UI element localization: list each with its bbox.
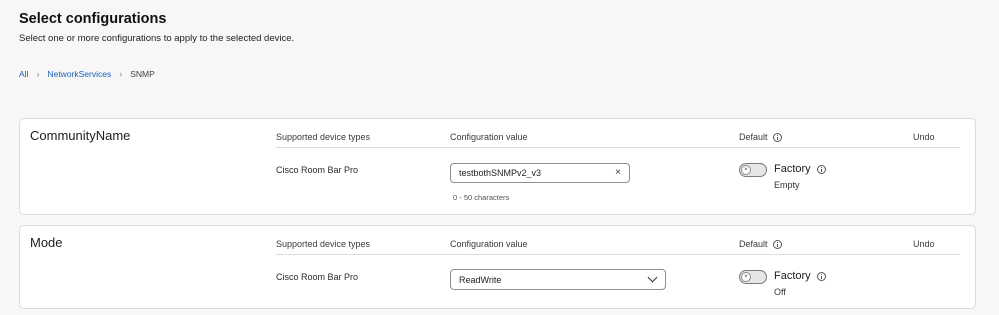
close-icon[interactable]: × xyxy=(615,168,621,178)
breadcrumb-separator: › xyxy=(119,69,123,79)
info-icon[interactable] xyxy=(816,164,826,174)
info-icon[interactable] xyxy=(772,132,782,142)
page-subtitle: Select one or more configurations to app… xyxy=(19,33,295,44)
chevron-down-icon xyxy=(647,272,658,283)
page-title: Select configurations xyxy=(19,11,167,27)
config-card-mode: Mode Supported device types Configuratio… xyxy=(19,225,976,309)
config-title: Mode xyxy=(30,235,63,250)
default-value: Off xyxy=(774,287,786,297)
breadcrumb-all-link[interactable]: All xyxy=(19,69,28,79)
community-name-input[interactable] xyxy=(459,168,599,178)
factory-label: Factory xyxy=(774,270,811,282)
info-icon[interactable] xyxy=(816,271,826,281)
default-value: Empty xyxy=(774,180,800,190)
factory-label: Factory xyxy=(774,163,811,175)
column-header-default: Default xyxy=(739,132,782,142)
column-header-label: Supported device types xyxy=(276,132,371,142)
toggle-knob: × xyxy=(741,272,751,282)
column-header-label: Default xyxy=(739,239,768,249)
mode-select-value: ReadWrite xyxy=(459,274,502,285)
config-card-communityname: CommunityName Supported device types Con… xyxy=(19,118,976,215)
default-toggle[interactable]: × xyxy=(739,270,767,284)
column-header-undo: Undo xyxy=(913,132,935,142)
device-type-label: Cisco Room Bar Pro xyxy=(276,165,359,175)
column-header-config-value: Configuration value xyxy=(450,239,528,249)
column-header-label: Undo xyxy=(913,239,935,249)
breadcrumb-current: SNMP xyxy=(130,69,155,79)
column-header-label: Configuration value xyxy=(450,132,528,142)
column-header-config-value: Configuration value xyxy=(450,132,528,142)
column-header-supported-types: Supported device types xyxy=(276,132,370,142)
breadcrumb: All › NetworkServices › SNMP xyxy=(19,69,155,79)
mode-select[interactable]: ReadWrite xyxy=(450,269,666,290)
column-header-label: Undo xyxy=(913,132,935,142)
default-toggle[interactable]: × xyxy=(739,163,767,177)
toggle-knob: × xyxy=(741,165,751,175)
breadcrumb-separator: › xyxy=(36,69,40,79)
config-title: CommunityName xyxy=(30,128,131,143)
column-header-supported-types: Supported device types xyxy=(276,239,370,249)
header-divider xyxy=(276,254,960,255)
community-name-field[interactable]: × xyxy=(450,163,630,183)
character-limit-hint: 0 - 50 characters xyxy=(453,193,510,202)
header-divider xyxy=(276,147,960,148)
column-header-default: Default xyxy=(739,239,782,249)
breadcrumb-networkservices-link[interactable]: NetworkServices xyxy=(47,69,111,79)
default-factory-label: Factory xyxy=(774,270,826,282)
info-icon[interactable] xyxy=(772,239,782,249)
column-header-label: Supported device types xyxy=(276,239,371,249)
column-header-label: Default xyxy=(739,132,768,142)
column-header-label: Configuration value xyxy=(450,239,528,249)
column-header-undo: Undo xyxy=(913,239,935,249)
device-type-label: Cisco Room Bar Pro xyxy=(276,272,359,282)
default-factory-label: Factory xyxy=(774,163,826,175)
